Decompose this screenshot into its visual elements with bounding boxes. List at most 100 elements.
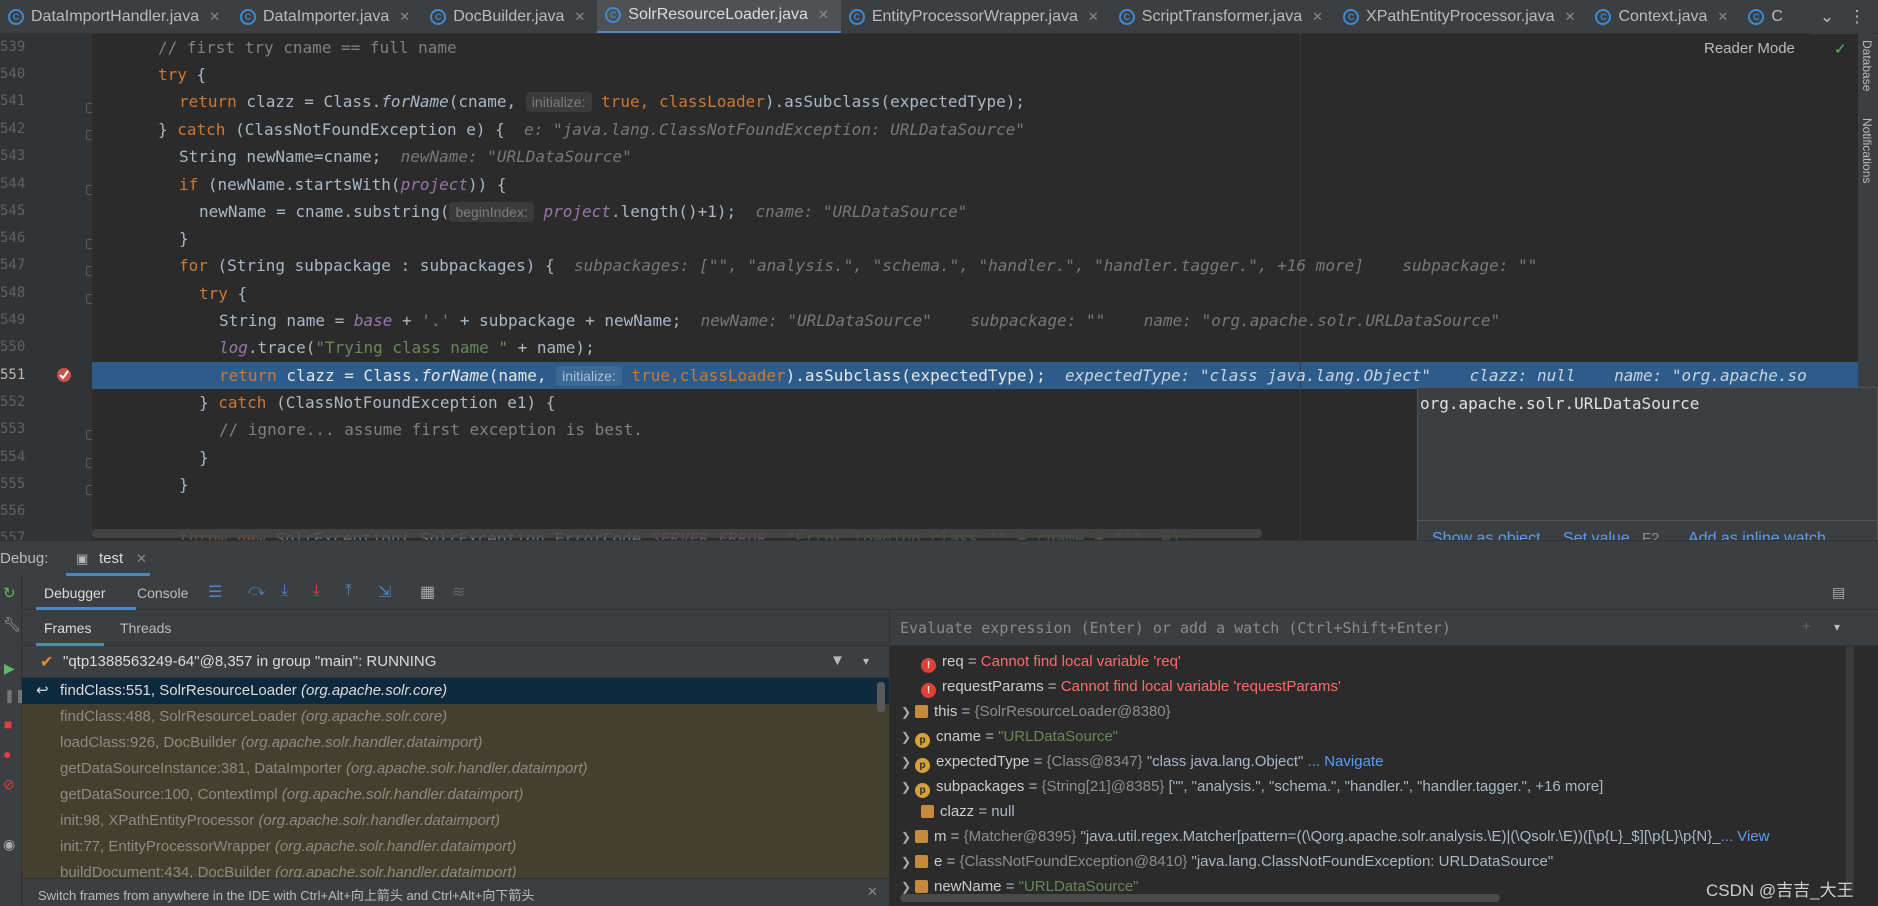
chevron-right-icon[interactable]: ❯	[901, 725, 915, 750]
chevron-down-icon[interactable]: ▾	[1834, 620, 1840, 634]
line-number: 539	[0, 39, 26, 55]
close-icon[interactable]: ✕	[867, 884, 878, 900]
line-number: 545	[0, 203, 26, 219]
step-into-icon[interactable]: ⤓	[281, 582, 288, 600]
tab-dataimporthandler[interactable]: C DataImportHandler.java ✕	[0, 0, 232, 33]
frame-row[interactable]: getDataSourceInstance:381, DataImporter …	[22, 756, 889, 782]
notifications-tool-button[interactable]: Notifications	[1860, 118, 1874, 183]
tab-scripttransformer[interactable]: C ScriptTransformer.java ✕	[1111, 0, 1335, 33]
close-icon[interactable]: ✕	[136, 551, 147, 567]
close-icon[interactable]: ✕	[818, 7, 829, 23]
close-icon[interactable]: ✕	[574, 9, 585, 25]
frame-row[interactable]: loadClass:926, DocBuilder (org.apache.so…	[22, 730, 889, 756]
class-icon: C	[8, 8, 24, 25]
field-icon	[915, 855, 928, 868]
tab-c[interactable]: CC	[1740, 0, 1795, 33]
close-icon[interactable]: ✕	[1565, 9, 1576, 25]
variables-v-scrollbar[interactable]	[1846, 646, 1854, 892]
frame-row[interactable]: buildDocument:434, DocBuilder (org.apach…	[22, 860, 889, 878]
tab-solrresourceloader[interactable]: C SolrResourceLoader.java ✕	[597, 0, 841, 33]
layout-icon[interactable]: ▤	[1832, 584, 1845, 601]
frame-row[interactable]: findClass:488, SolrResourceLoader (org.a…	[22, 704, 889, 730]
navigate-link[interactable]: ... Navigate	[1308, 753, 1384, 770]
chevron-down-icon[interactable]: ⌄	[1812, 0, 1842, 34]
field-icon	[915, 880, 928, 893]
trace-icon[interactable]: ≋	[452, 582, 465, 602]
evaluate-expression-icon[interactable]: ▦	[420, 582, 435, 602]
line-number: 549	[0, 312, 26, 328]
rerun-icon[interactable]: ↻	[3, 584, 16, 602]
tab-console[interactable]: Console	[137, 585, 188, 601]
variable-row[interactable]: ❯ e = {ClassNotFoundException@8410} "java…	[901, 849, 1553, 874]
filter-icon[interactable]: ▼	[830, 652, 845, 669]
variable-row[interactable]: ❯ this = {SolrResourceLoader@8380}	[901, 699, 1171, 724]
close-icon[interactable]: ✕	[1312, 9, 1323, 25]
menu-icon[interactable]: ☰	[208, 582, 222, 602]
close-icon[interactable]: ✕	[1088, 9, 1099, 25]
view-link[interactable]: ... View	[1721, 828, 1770, 845]
stop-icon[interactable]: ■	[4, 716, 12, 732]
tab-context[interactable]: C Context.java ✕	[1587, 0, 1740, 33]
reader-mode-button[interactable]: Reader Mode	[1704, 40, 1795, 57]
close-icon[interactable]: ✕	[1717, 9, 1728, 25]
chevron-right-icon[interactable]: ❯	[901, 750, 915, 775]
code-line-555: }	[179, 475, 189, 494]
tab-threads[interactable]: Threads	[120, 620, 171, 636]
tab-frames[interactable]: Frames	[44, 620, 91, 636]
frames-hint-bar: Switch frames from anywhere in the IDE w…	[22, 878, 889, 906]
class-icon: C	[430, 8, 447, 25]
thread-selector[interactable]: ✔ "qtp1388563249-64"@8,357 in group "mai…	[22, 646, 889, 678]
tab-dataimporter[interactable]: C DataImporter.java ✕	[232, 0, 422, 33]
tab-xpathentityprocessor[interactable]: C XPathEntityProcessor.java ✕	[1335, 0, 1587, 33]
tab-debugger[interactable]: Debugger	[44, 585, 106, 601]
chevron-right-icon[interactable]: ❯	[901, 850, 915, 875]
variable-row[interactable]: ❯ p subpackages = {String[21]@8385} ["", "…	[901, 774, 1603, 799]
variable-row[interactable]: ❯ m = {Matcher@8395} "java.util.regex.Mat…	[901, 824, 1871, 849]
variables-h-scrollbar[interactable]	[900, 894, 1500, 902]
resume-icon[interactable]: ▶	[4, 660, 15, 677]
tab-docbuilder[interactable]: C DocBuilder.java ✕	[422, 0, 597, 33]
chevron-right-icon[interactable]: ❯	[901, 700, 915, 725]
code-line-552: } catch (ClassNotFoundException e1) {	[199, 393, 556, 412]
variable-row[interactable]: clazz = null	[921, 799, 1015, 824]
tab-entityprocessorwrapper[interactable]: C EntityProcessorWrapper.java ✕	[841, 0, 1111, 33]
frames-scrollbar[interactable]	[877, 682, 885, 712]
debug-session-tab[interactable]: test	[99, 550, 123, 567]
database-tool-button[interactable]: Database	[1860, 40, 1874, 91]
line-number: 546	[0, 230, 26, 246]
close-icon[interactable]: ✕	[209, 9, 220, 25]
camera-icon[interactable]: ◉	[3, 836, 15, 853]
chevron-right-icon[interactable]: ❯	[901, 825, 915, 849]
mute-breakpoints-icon[interactable]: ⊘	[3, 776, 15, 793]
frame-row[interactable]: getDataSource:100, ContextImpl (org.apac…	[22, 782, 889, 808]
frame-row[interactable]: init:77, EntityProcessorWrapper (org.apa…	[22, 834, 889, 860]
more-vertical-icon[interactable]: ⋮	[1842, 0, 1872, 34]
value-text[interactable]: org.apache.solr.URLDataSource	[1420, 394, 1699, 413]
variable-row[interactable]: ! requestParams = Cannot find local varia…	[921, 674, 1341, 699]
line-number: 555	[0, 476, 26, 492]
chevron-down-icon[interactable]: ▾	[863, 654, 869, 668]
add-watch-icon[interactable]: +	[1802, 618, 1811, 635]
run-to-cursor-icon[interactable]: ⇲	[378, 582, 391, 602]
parameter-icon: p	[915, 758, 930, 773]
horizontal-scrollbar[interactable]	[92, 529, 1262, 538]
breakpoint-icon[interactable]	[56, 367, 72, 383]
chevron-right-icon[interactable]: ❯	[901, 775, 915, 800]
variable-row[interactable]: ❯ p expectedType = {Class@8347} "class jav…	[901, 749, 1383, 774]
class-icon: C	[1343, 8, 1360, 25]
class-icon: C	[1118, 8, 1135, 25]
step-over-icon[interactable]: ⤼	[248, 582, 265, 600]
evaluate-input[interactable]: Evaluate expression (Enter) or add a wat…	[900, 619, 1451, 637]
view-breakpoints-icon[interactable]: ●	[3, 746, 11, 762]
frame-row[interactable]: ↩ findClass:551, SolrResourceLoader (org.…	[22, 678, 889, 704]
variable-row[interactable]: ! req = Cannot find local variable 'req'	[921, 649, 1181, 674]
wrench-icon[interactable]: 🔧︎	[3, 616, 21, 633]
close-icon[interactable]: ✕	[399, 9, 410, 25]
step-out-icon[interactable]: ⤒	[345, 582, 352, 600]
variable-row[interactable]: ❯ p cname = "URLDataSource"	[901, 724, 1118, 749]
force-step-into-icon[interactable]: ⤓	[313, 582, 320, 600]
frame-row[interactable]: init:98, XPathEntityProcessor (org.apach…	[22, 808, 889, 834]
debug-session-icon: ▣	[76, 551, 89, 566]
code-line-543: String newName=cname; newName: "URLDataS…	[179, 147, 632, 166]
class-icon: C	[240, 8, 256, 25]
